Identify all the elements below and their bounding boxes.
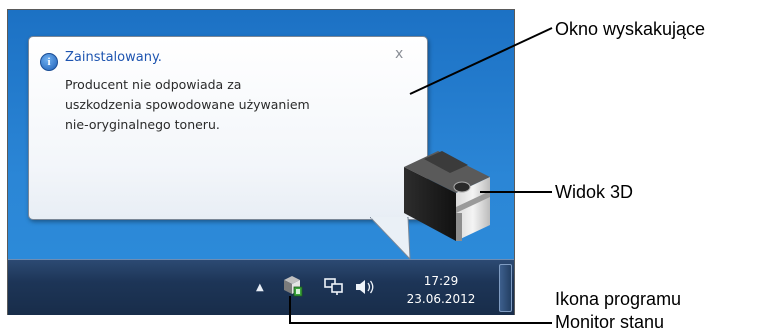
icon-callout-label-line1: Ikona programu bbox=[555, 289, 682, 309]
popup-callout-label: Okno wyskakujące bbox=[555, 19, 706, 39]
status-monitor-icon[interactable] bbox=[281, 274, 303, 298]
popup-message-line: Producent nie odpowiada za bbox=[65, 77, 242, 92]
icon-callout-label-line2: Monitor stanu bbox=[555, 312, 665, 332]
volume-icon[interactable] bbox=[354, 277, 376, 297]
popup-message-line: nie-oryginalnego toneru. bbox=[65, 117, 220, 132]
popup-title: Zainstalowany. bbox=[65, 50, 162, 65]
taskbar: ▲ 17:29 23.06.2012 bbox=[8, 259, 514, 315]
printer-3d-icon[interactable] bbox=[398, 147, 494, 251]
show-desktop-button[interactable] bbox=[499, 264, 512, 312]
close-icon[interactable]: x bbox=[395, 46, 403, 62]
system-clock[interactable]: 17:29 23.06.2012 bbox=[396, 272, 486, 308]
clock-date: 23.06.2012 bbox=[406, 292, 476, 306]
desktop-screenshot: i Zainstalowany. x Producent nie odpowia… bbox=[7, 9, 515, 315]
clock-time: 17:29 bbox=[423, 274, 459, 288]
popup-window[interactable]: i Zainstalowany. x Producent nie odpowia… bbox=[28, 36, 428, 220]
popup-message: Producent nie odpowiada za uszkodzenia s… bbox=[65, 75, 405, 135]
network-icon[interactable] bbox=[324, 278, 344, 296]
info-icon: i bbox=[40, 53, 58, 71]
view3d-callout-label: Widok 3D bbox=[555, 182, 634, 202]
popup-message-line: uszkodzenia spowodowane używaniem bbox=[65, 97, 310, 112]
show-hidden-icons-button[interactable]: ▲ bbox=[256, 282, 264, 293]
